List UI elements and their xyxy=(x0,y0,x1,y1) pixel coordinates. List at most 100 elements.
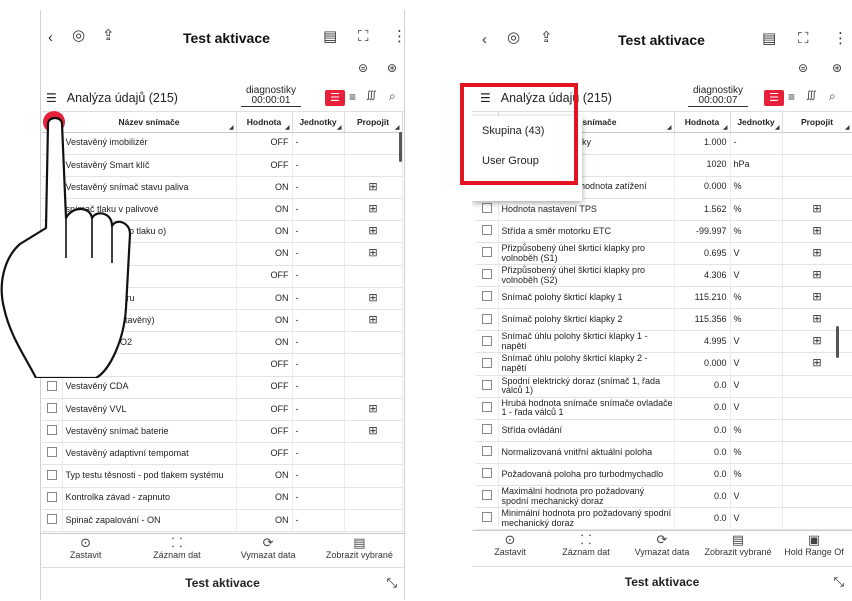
table-row[interactable]: Hrubá hodnota snímače snímače ovladače 1… xyxy=(476,397,852,420)
col-value[interactable]: Hodnota ◢ xyxy=(236,112,293,133)
row-checkbox[interactable] xyxy=(476,441,499,464)
checkbox[interactable] xyxy=(46,425,57,436)
stop-button[interactable]: ⊙ Zastavit xyxy=(40,534,131,567)
link-graph-icon[interactable]: ⊞ xyxy=(812,313,821,325)
table-row[interactable]: Typ testu těsnosti - pod tlakem systému O… xyxy=(42,464,403,488)
col-value[interactable]: Hodnota ◢ xyxy=(674,112,731,133)
checkbox[interactable] xyxy=(481,468,492,479)
checkbox[interactable] xyxy=(481,247,492,258)
search-icon[interactable]: ⌕ xyxy=(829,90,836,102)
table-row[interactable]: Střída ovládání 0.0% xyxy=(476,419,852,442)
table-row[interactable]: Požadovaná poloha pro turbodmychadlo 0.0% xyxy=(476,463,852,487)
export-icon[interactable]: ⇪ xyxy=(102,28,115,43)
checkbox[interactable] xyxy=(46,447,57,458)
link-graph-icon[interactable]: ⊞ xyxy=(812,357,821,369)
list-view-button[interactable]: ☰ xyxy=(325,90,345,106)
text-view-icon[interactable]: ≡ xyxy=(349,91,356,103)
row-checkbox[interactable] xyxy=(42,376,63,399)
row-checkbox[interactable] xyxy=(476,419,499,442)
checkbox[interactable] xyxy=(481,446,492,457)
checkbox[interactable] xyxy=(481,401,492,412)
row-checkbox[interactable] xyxy=(476,463,499,487)
table-row[interactable]: Kontrolka závad - zapnuto ON - xyxy=(42,487,403,510)
record-data-button[interactable]: ⸬ Záznam dat xyxy=(548,531,624,564)
row-checkbox[interactable] xyxy=(42,487,63,510)
graph-icon[interactable]: ⊛ xyxy=(387,62,397,74)
hold-range-button[interactable]: ▣ Hold Range Of xyxy=(776,531,852,564)
table-row[interactable]: Maximální hodnota pro požadovaný spodní … xyxy=(476,485,852,509)
more-menu-icon[interactable]: ⋮ xyxy=(833,31,848,46)
clear-data-button[interactable]: ⟳ Vymazat data xyxy=(223,534,314,567)
checkbox[interactable] xyxy=(481,313,492,324)
row-checkbox[interactable] xyxy=(476,352,499,376)
clear-data-button[interactable]: ⟳ Vymazat data xyxy=(624,531,700,564)
row-checkbox[interactable] xyxy=(476,375,499,398)
row-checkbox[interactable] xyxy=(476,198,499,221)
screenshot-icon[interactable]: ⛶ xyxy=(358,29,369,44)
table-row[interactable]: Spinač zapalování - ON ON - xyxy=(42,509,403,532)
link-graph-icon[interactable]: ⊞ xyxy=(368,425,377,437)
checkbox[interactable] xyxy=(481,203,492,214)
table-row[interactable]: Hodnota nastavení TPS 1.562% ⊞ xyxy=(476,198,852,221)
link-graph-icon[interactable]: ⊞ xyxy=(368,203,377,215)
report-icon[interactable]: ▤ xyxy=(323,29,337,44)
table-row[interactable]: Snímač úhlu polohy škrticí klapky 1 - na… xyxy=(476,330,852,354)
show-selected-button[interactable]: ▤ Zobrazit vybrané xyxy=(314,534,405,567)
search-icon[interactable]: ⌕ xyxy=(389,90,396,102)
back-arrow-icon[interactable]: ‹ xyxy=(482,32,487,47)
export-icon[interactable]: ⇪ xyxy=(540,30,553,45)
scrollbar[interactable] xyxy=(399,132,402,162)
link-graph-icon[interactable]: ⊞ xyxy=(368,247,377,259)
row-checkbox[interactable] xyxy=(476,286,499,310)
table-row[interactable]: Spodní elektrický doraz (snímač 1, řada … xyxy=(476,375,852,398)
link-graph-icon[interactable]: ⊞ xyxy=(812,247,821,259)
table-row[interactable]: Snímač polohy škrticí klapky 2 115.356% ⊞ xyxy=(476,308,852,332)
table-row[interactable]: Normalizovaná vnitřní aktuální poloha 0.0… xyxy=(476,441,852,464)
checklist-icon[interactable]: ☰ xyxy=(46,91,57,105)
table-row[interactable]: Střída a směr motorku ETC -99.997% ⊞ xyxy=(476,220,852,243)
checkbox[interactable] xyxy=(481,225,492,236)
row-checkbox[interactable] xyxy=(476,242,499,266)
row-checkbox[interactable] xyxy=(42,420,63,444)
checkbox[interactable] xyxy=(46,403,57,414)
table-row[interactable]: Přizpůsobený úhel škrticí klapky pro vol… xyxy=(476,264,852,288)
row-checkbox[interactable] xyxy=(476,264,499,288)
link-graph-icon[interactable]: ⊞ xyxy=(812,291,821,303)
record-data-button[interactable]: ⸬ Záznam dat xyxy=(131,534,222,567)
back-arrow-icon[interactable]: ‹ xyxy=(48,30,53,45)
list-view-button[interactable]: ☰ xyxy=(764,90,784,106)
link-graph-icon[interactable]: ⊞ xyxy=(812,269,821,281)
screenshot-icon[interactable]: ⛶ xyxy=(798,31,809,46)
link-graph-icon[interactable]: ⊞ xyxy=(812,203,821,215)
col-link[interactable]: Propojit ◢ xyxy=(782,112,852,133)
row-checkbox[interactable] xyxy=(42,398,63,421)
checkbox[interactable] xyxy=(481,379,492,390)
checkbox[interactable] xyxy=(481,490,492,501)
table-row[interactable]: Přizpůsobený úhel škrticí klapky pro vol… xyxy=(476,242,852,266)
checkbox[interactable] xyxy=(481,335,492,346)
row-checkbox[interactable] xyxy=(42,464,63,488)
row-checkbox[interactable] xyxy=(476,308,499,332)
checkbox[interactable] xyxy=(481,269,492,280)
table-row[interactable]: Minimální hodnota pro požadovaný spodní … xyxy=(476,507,852,531)
col-units[interactable]: Jednotky ◢ xyxy=(730,112,783,133)
expand-icon[interactable]: ⤡ xyxy=(834,567,844,597)
table-row[interactable]: Snímač polohy škrticí klapky 1 115.210% ⊞ xyxy=(476,286,852,310)
checkbox[interactable] xyxy=(46,514,57,525)
waveform-view-icon[interactable]: ∭ xyxy=(806,91,817,101)
table-row[interactable]: Vestavěný CDA OFF - xyxy=(42,376,403,399)
vci-link-icon[interactable]: ◎ xyxy=(72,28,85,43)
checkbox[interactable] xyxy=(481,291,492,302)
row-checkbox[interactable] xyxy=(42,442,63,466)
row-checkbox[interactable] xyxy=(42,509,63,532)
checkbox[interactable] xyxy=(481,357,492,368)
row-checkbox[interactable] xyxy=(476,485,499,509)
show-selected-button[interactable]: ▤ Zobrazit vybrané xyxy=(700,531,776,564)
expand-icon[interactable]: ⤡ xyxy=(387,568,397,598)
stop-button[interactable]: ⊙ Zastavit xyxy=(472,531,548,564)
col-units[interactable]: Jednotky ◢ xyxy=(292,112,345,133)
link-graph-icon[interactable]: ⊞ xyxy=(368,225,377,237)
row-checkbox[interactable] xyxy=(476,507,499,531)
vci-link-icon[interactable]: ◎ xyxy=(507,30,520,45)
text-view-icon[interactable]: ≡ xyxy=(788,91,795,103)
